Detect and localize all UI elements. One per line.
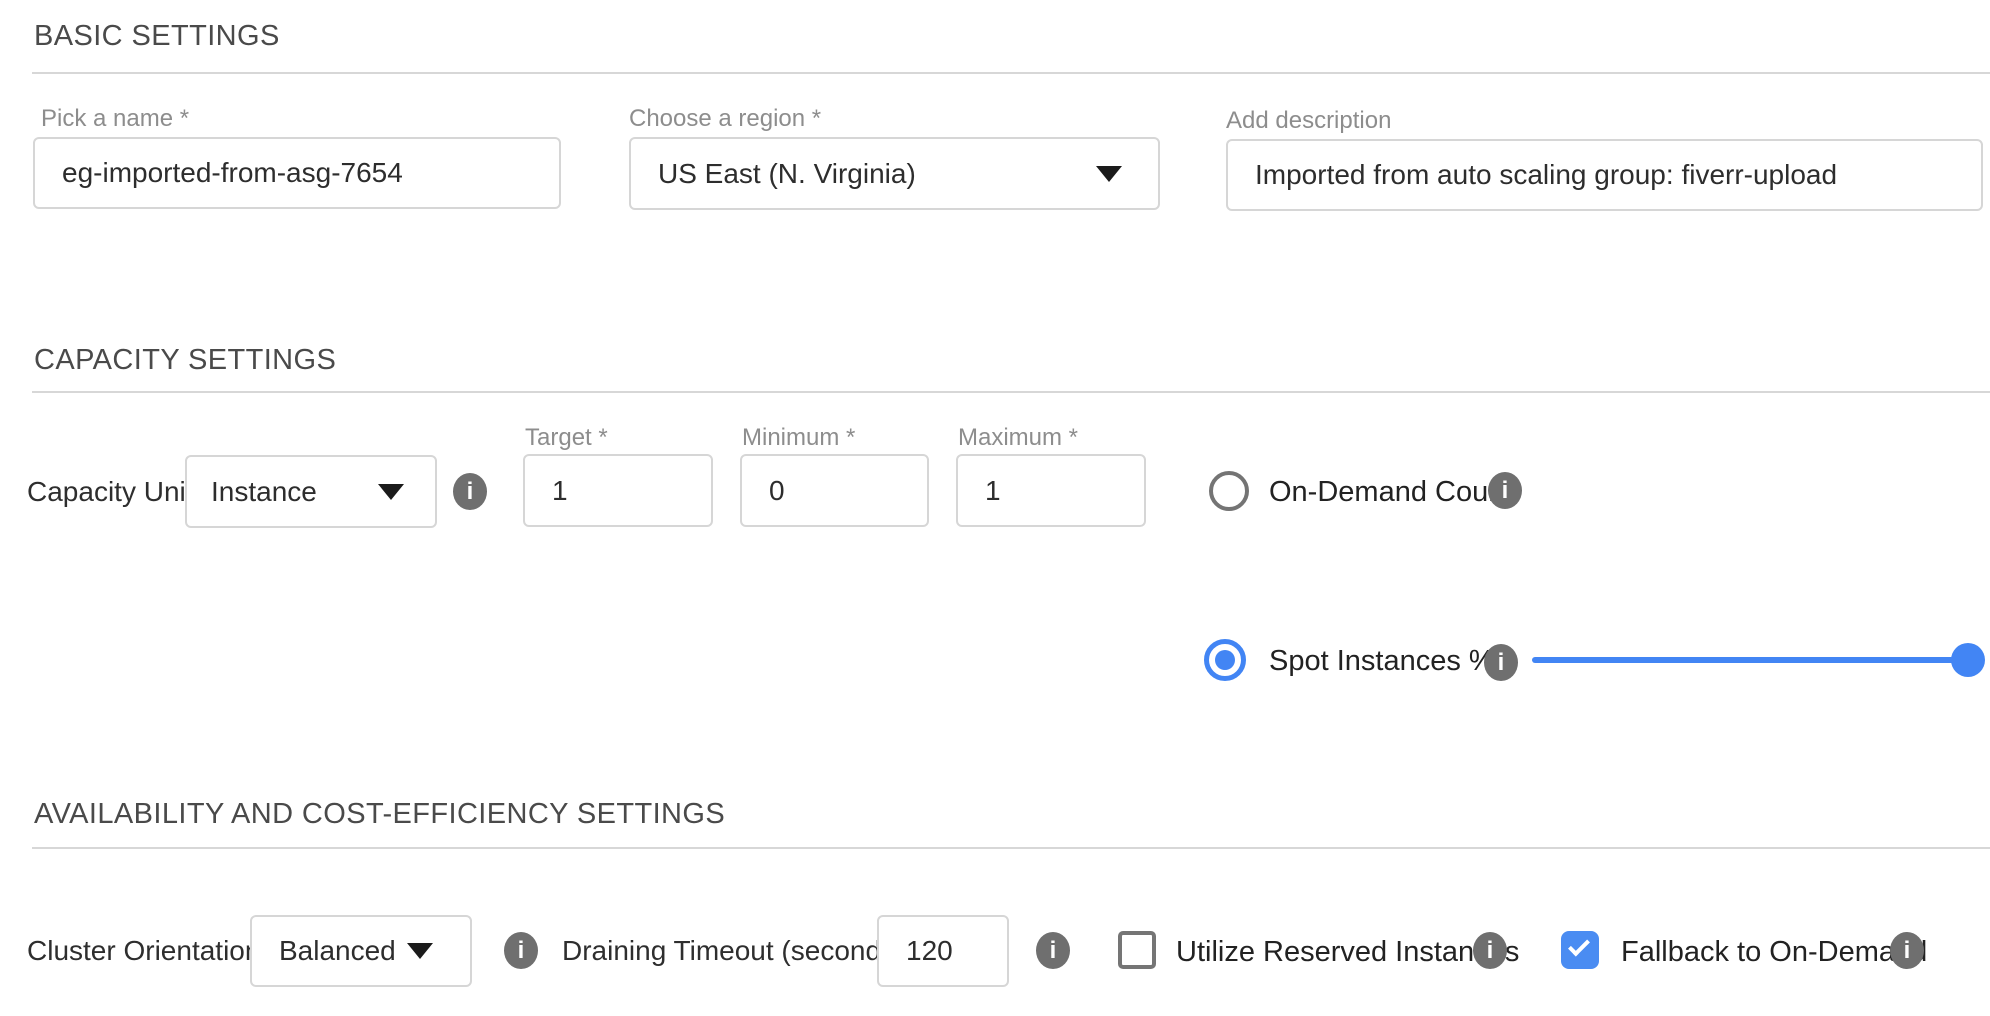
spot-percentage-slider-handle[interactable] (1951, 643, 1985, 677)
fallback-on-demand-label: Fallback to On-Demand (1621, 936, 1927, 968)
info-icon[interactable]: i (1484, 644, 1518, 681)
caret-down-icon (378, 484, 404, 500)
info-icon[interactable]: i (1488, 472, 1522, 509)
on-demand-count-radio[interactable] (1209, 471, 1249, 511)
info-icon[interactable]: i (1036, 932, 1070, 969)
description-input[interactable] (1226, 139, 1983, 211)
info-icon[interactable]: i (453, 473, 487, 510)
cluster-orientation-label: Cluster Orientation (27, 936, 260, 966)
info-icon[interactable]: i (1473, 932, 1507, 969)
target-input[interactable] (523, 454, 713, 527)
region-select[interactable]: US East (N. Virginia) (629, 137, 1160, 210)
fallback-on-demand-checkbox[interactable] (1561, 931, 1599, 969)
maximum-input[interactable] (956, 454, 1146, 527)
section-divider (32, 72, 1990, 74)
draining-timeout-input[interactable] (877, 915, 1009, 987)
choose-region-label: Choose a region * (629, 105, 821, 133)
caret-down-icon (407, 943, 433, 959)
spot-percentage-slider-track[interactable] (1532, 657, 1969, 663)
settings-page: BASIC SETTINGS Pick a name * Choose a re… (0, 0, 1990, 1016)
section-divider (32, 391, 1990, 393)
spot-instances-label: Spot Instances % (1269, 645, 1495, 677)
capacity-unit-select[interactable]: Instance (185, 455, 437, 528)
maximum-label: Maximum * (958, 424, 1078, 452)
capacity-unit-label: Capacity Unit (27, 477, 194, 507)
basic-settings-title: BASIC SETTINGS (34, 20, 280, 53)
pick-a-name-label: Pick a name * (41, 105, 189, 133)
section-divider (32, 847, 1990, 849)
radio-dot (1215, 650, 1235, 670)
add-description-label: Add description (1226, 107, 1391, 135)
capacity-unit-value: Instance (187, 476, 317, 508)
region-select-value: US East (N. Virginia) (631, 158, 916, 190)
availability-settings-title: AVAILABILITY AND COST-EFFICIENCY SETTING… (34, 798, 725, 831)
name-input[interactable] (33, 137, 561, 209)
cluster-orientation-value: Balanced (252, 935, 396, 967)
minimum-input[interactable] (740, 454, 929, 527)
caret-down-icon (1096, 166, 1122, 182)
info-icon[interactable]: i (1890, 932, 1924, 969)
utilize-reserved-instances-checkbox[interactable] (1118, 931, 1156, 969)
spot-instances-radio[interactable] (1204, 639, 1246, 681)
cluster-orientation-select[interactable]: Balanced (250, 915, 472, 987)
check-icon (1568, 935, 1590, 957)
capacity-settings-title: CAPACITY SETTINGS (34, 344, 336, 377)
draining-timeout-label: Draining Timeout (seconds) (562, 936, 904, 966)
info-icon[interactable]: i (504, 932, 538, 969)
minimum-label: Minimum * (742, 424, 855, 452)
utilize-reserved-instances-label: Utilize Reserved Instances (1176, 936, 1519, 968)
on-demand-count-label: On-Demand Count (1269, 476, 1512, 508)
target-label: Target * (525, 424, 608, 452)
